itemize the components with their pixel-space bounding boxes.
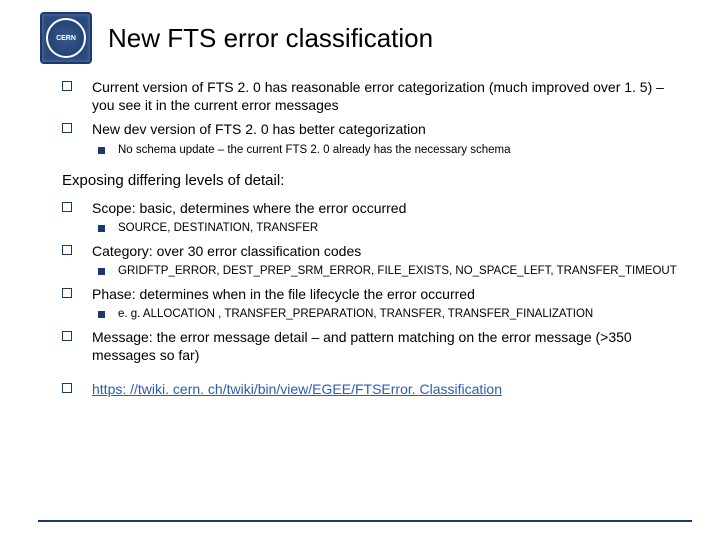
twiki-link[interactable]: https: //twiki. cern. ch/twiki/bin/view/… (92, 381, 502, 397)
logo-text: CERN (56, 35, 76, 42)
slide: CERN New FTS error classification Curren… (0, 0, 720, 540)
category-text: over 30 error classification codes (153, 243, 362, 259)
slide-header: CERN New FTS error classification (0, 0, 720, 72)
bullet-message: Message: the error message detail – and … (62, 328, 680, 364)
category-sub: GRIDFTP_ERROR, DEST_PREP_SRM_ERROR, FILE… (92, 264, 680, 279)
cern-logo: CERN (40, 12, 92, 64)
category-label: Category: (92, 243, 153, 259)
phase-sublist: e. g. ALLOCATION , TRANSFER_PREPARATION,… (92, 307, 680, 322)
slide-content: Current version of FTS 2. 0 has reasonab… (0, 72, 720, 398)
bottom-divider (38, 520, 692, 522)
message-label: Message: (92, 329, 153, 345)
scope-text: basic, determines where the error occurr… (136, 200, 407, 216)
subhead-exposing: Exposing differing levels of detail: (62, 172, 680, 189)
scope-sub: SOURCE, DESTINATION, TRANSFER (92, 221, 680, 236)
sub-no-schema: No schema update – the current FTS 2. 0 … (92, 143, 680, 158)
phase-sub: e. g. ALLOCATION , TRANSFER_PREPARATION,… (92, 307, 680, 322)
message-text: the error message detail – and pattern m… (92, 329, 632, 363)
bullet-new-dev-text: New dev version of FTS 2. 0 has better c… (92, 121, 426, 137)
top-list: Current version of FTS 2. 0 has reasonab… (62, 78, 680, 158)
scope-label: Scope: (92, 200, 136, 216)
sublist-schema: No schema update – the current FTS 2. 0 … (92, 143, 680, 158)
bullet-scope: Scope: basic, determines where the error… (62, 199, 680, 236)
phase-label: Phase: (92, 286, 136, 302)
bullet-category: Category: over 30 error classification c… (62, 242, 680, 279)
page-title: New FTS error classification (108, 23, 433, 54)
link-list: https: //twiki. cern. ch/twiki/bin/view/… (62, 380, 680, 398)
scope-sublist: SOURCE, DESTINATION, TRANSFER (92, 221, 680, 236)
bullet-link: https: //twiki. cern. ch/twiki/bin/view/… (62, 380, 680, 398)
bullet-phase: Phase: determines when in the file lifec… (62, 285, 680, 322)
cern-logo-inner: CERN (46, 18, 86, 58)
bullet-current-version: Current version of FTS 2. 0 has reasonab… (62, 78, 680, 114)
detail-list: Scope: basic, determines where the error… (62, 199, 680, 365)
phase-text: determines when in the file lifecycle th… (136, 286, 475, 302)
bullet-new-dev: New dev version of FTS 2. 0 has better c… (62, 120, 680, 157)
category-sublist: GRIDFTP_ERROR, DEST_PREP_SRM_ERROR, FILE… (92, 264, 680, 279)
